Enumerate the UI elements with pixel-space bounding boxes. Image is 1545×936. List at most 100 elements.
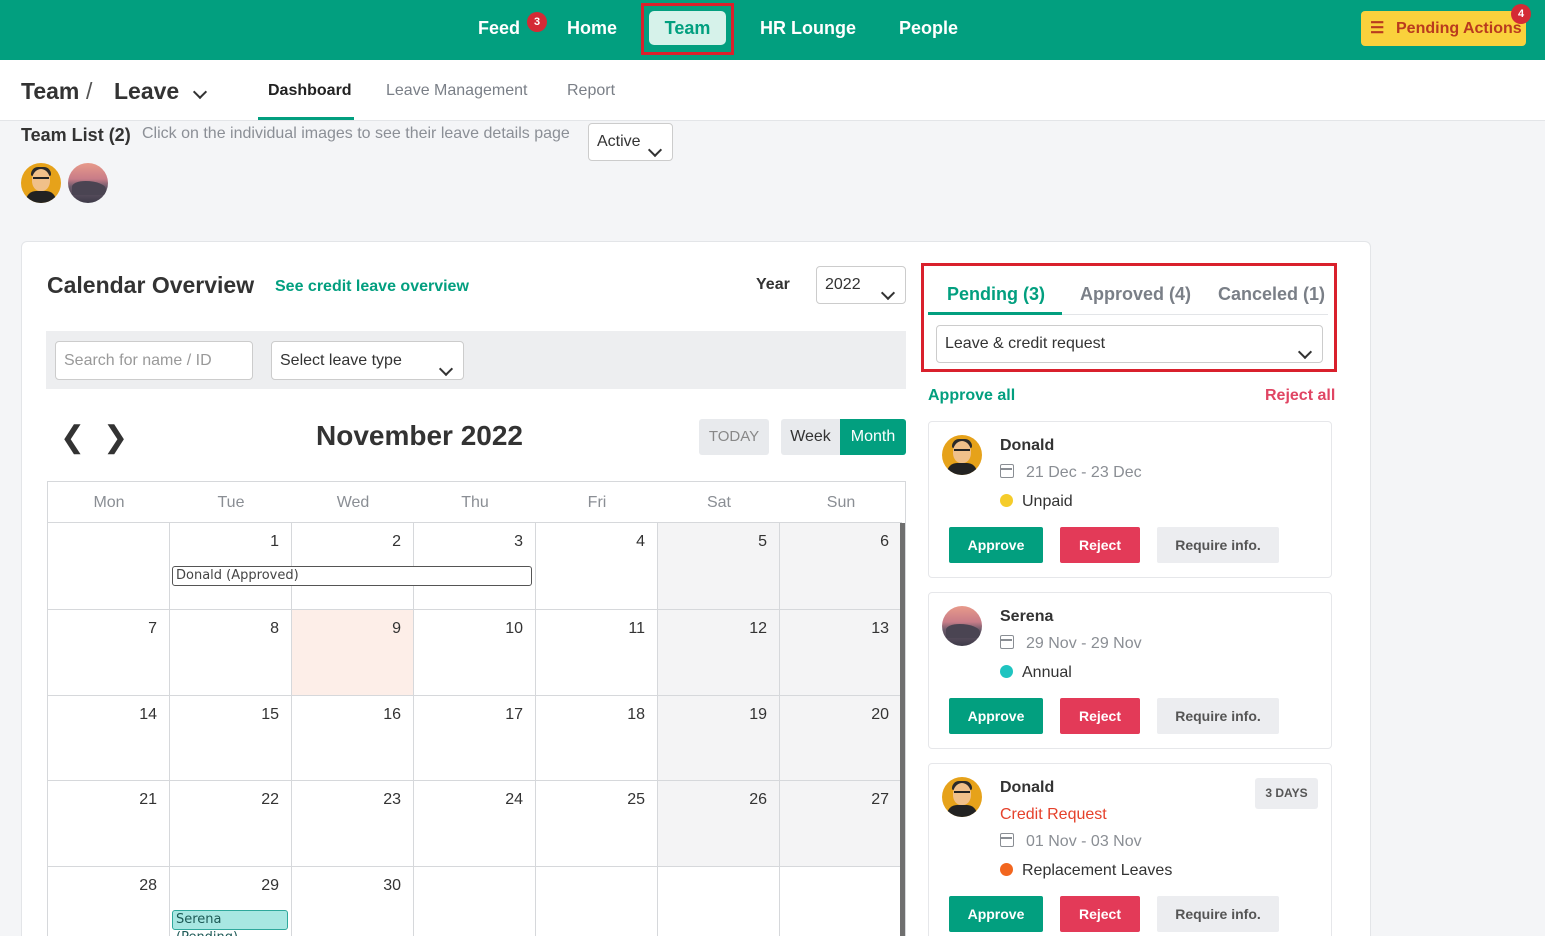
calendar-day-cell[interactable]: 13 [780, 610, 902, 696]
calendar-day-number: 11 [628, 620, 645, 637]
approve-button[interactable]: Approve [949, 527, 1043, 563]
duration-badge: 3 DAYS [1255, 778, 1318, 809]
calendar-scrollbar[interactable] [900, 523, 905, 936]
calendar-day-cell[interactable] [414, 867, 536, 936]
calendar-day-number: 18 [627, 706, 645, 723]
search-input[interactable]: Search for name / ID [55, 341, 253, 380]
require-info-button[interactable]: Require info. [1157, 698, 1279, 734]
tab-active-indicator [928, 312, 1062, 315]
calendar-day-number: 16 [383, 706, 401, 723]
breadcrumb-team[interactable]: Team [21, 78, 79, 105]
status-filter-value: Active [597, 133, 641, 150]
calendar-day-number: 2 [392, 533, 401, 550]
credit-request-label: Credit Request [1000, 806, 1107, 823]
calendar-event-serena-pending[interactable]: Serena (Pending) [172, 910, 288, 936]
weekday-header: Mon [48, 482, 170, 523]
calendar-day-cell[interactable] [658, 867, 780, 936]
calendar-day-cell[interactable]: 7 [48, 610, 170, 696]
weekday-header: Sat [658, 482, 780, 523]
status-filter-select[interactable]: Active [588, 123, 673, 161]
calendar-day-cell[interactable] [780, 867, 902, 936]
calendar-day-number: 5 [758, 533, 767, 550]
calendar-day-cell[interactable]: 15 [170, 696, 292, 781]
calendar-day-cell[interactable]: 9 [292, 610, 414, 696]
calendar-day-cell[interactable]: 27 [780, 781, 902, 867]
tab-pending[interactable]: Pending (3) [947, 284, 1045, 305]
team-member-avatar-serena[interactable] [68, 163, 108, 203]
weekday-header: Sun [780, 482, 902, 523]
calendar-day-cell[interactable]: 26 [658, 781, 780, 867]
month-calendar-grid: Mon Tue Wed Thu Fri Sat Sun 1 2 3 4 5 6 7 8 9 10 11 12 13 14… [47, 481, 906, 936]
calendar-event-donald-approved[interactable]: Donald (Approved) [172, 566, 532, 586]
calendar-day-cell[interactable]: 21 [48, 781, 170, 867]
leave-type-select[interactable]: Select leave type [271, 341, 464, 380]
next-month-icon[interactable]: ❯ [103, 420, 128, 455]
pending-actions-button[interactable]: ☰ Pending Actions [1361, 11, 1526, 46]
prev-month-icon[interactable]: ❮ [60, 420, 85, 455]
calendar-day-number: 23 [383, 791, 401, 808]
tab-report[interactable]: Report [567, 82, 615, 100]
request-dates-text: 01 Nov - 03 Nov [1026, 833, 1142, 850]
calendar-day-cell[interactable]: 8 [170, 610, 292, 696]
leave-type-text: Annual [1022, 664, 1072, 681]
calendar-day-cell[interactable]: 16 [292, 696, 414, 781]
calendar-day-cell[interactable]: 11 [536, 610, 658, 696]
calendar-day-cell[interactable]: 10 [414, 610, 536, 696]
nav-item-home[interactable]: Home [567, 0, 617, 60]
calendar-day-cell[interactable]: 19 [658, 696, 780, 781]
calendar-day-cell[interactable] [536, 867, 658, 936]
calendar-day-cell[interactable] [48, 523, 170, 610]
leave-type-text: Unpaid [1022, 493, 1073, 510]
pending-actions-badge: 4 [1511, 4, 1531, 24]
approve-button[interactable]: Approve [949, 896, 1043, 932]
require-info-button[interactable]: Require info. [1157, 896, 1279, 932]
nav-item-team[interactable]: Team [649, 11, 726, 45]
tab-canceled[interactable]: Canceled (1) [1218, 284, 1325, 305]
request-type-select[interactable]: Leave & credit request [936, 325, 1323, 363]
month-view-button[interactable]: Month [840, 419, 906, 455]
tab-leave-management[interactable]: Leave Management [386, 82, 527, 100]
calendar-day-number: 29 [261, 877, 279, 894]
calendar-day-cell[interactable]: 5 [658, 523, 780, 610]
year-select[interactable]: 2022 [816, 266, 906, 304]
calendar-day-cell[interactable]: 6 [780, 523, 902, 610]
calendar-day-cell[interactable]: 22 [170, 781, 292, 867]
calendar-day-cell[interactable]: 25 [536, 781, 658, 867]
reject-button[interactable]: Reject [1060, 698, 1140, 734]
require-info-button[interactable]: Require info. [1157, 527, 1279, 563]
today-button[interactable]: TODAY [699, 419, 769, 455]
tab-dashboard[interactable]: Dashboard [268, 82, 352, 100]
credit-leave-overview-link[interactable]: See credit leave overview [275, 278, 469, 296]
nav-item-people[interactable]: People [899, 0, 958, 60]
approve-all-link[interactable]: Approve all [928, 387, 1015, 405]
calendar-day-number: 30 [383, 877, 401, 894]
week-view-button[interactable]: Week [781, 419, 840, 455]
calendar-day-cell[interactable]: 30 [292, 867, 414, 936]
chevron-down-icon[interactable] [192, 84, 208, 102]
calendar-day-cell[interactable]: 20 [780, 696, 902, 781]
approve-button[interactable]: Approve [949, 698, 1043, 734]
reject-all-link[interactable]: Reject all [1265, 387, 1335, 405]
calendar-day-cell[interactable]: 14 [48, 696, 170, 781]
tab-approved[interactable]: Approved (4) [1080, 284, 1191, 305]
calendar-day-cell[interactable]: 12 [658, 610, 780, 696]
feed-notification-badge: 3 [527, 12, 547, 32]
calendar-day-cell[interactable]: 17 [414, 696, 536, 781]
reject-button[interactable]: Reject [1060, 896, 1140, 932]
request-leave-type: Annual [1000, 664, 1072, 682]
calendar-icon [1000, 833, 1014, 847]
nav-item-hr-lounge[interactable]: HR Lounge [760, 0, 856, 60]
calendar-day-cell[interactable]: 24 [414, 781, 536, 867]
request-leave-type: Replacement Leaves [1000, 862, 1172, 880]
request-card: Serena 29 Nov - 29 Nov Annual Approve Re… [928, 592, 1332, 749]
calendar-day-cell[interactable]: 28 [48, 867, 170, 936]
avatar [942, 777, 982, 817]
calendar-day-number: 20 [871, 706, 889, 723]
nav-item-feed[interactable]: Feed [478, 0, 520, 60]
calendar-day-cell[interactable]: 18 [536, 696, 658, 781]
calendar-day-cell[interactable]: 23 [292, 781, 414, 867]
leave-type-placeholder: Select leave type [280, 352, 402, 369]
calendar-day-cell[interactable]: 4 [536, 523, 658, 610]
reject-button[interactable]: Reject [1060, 527, 1140, 563]
team-member-avatar-donald[interactable] [21, 163, 61, 203]
